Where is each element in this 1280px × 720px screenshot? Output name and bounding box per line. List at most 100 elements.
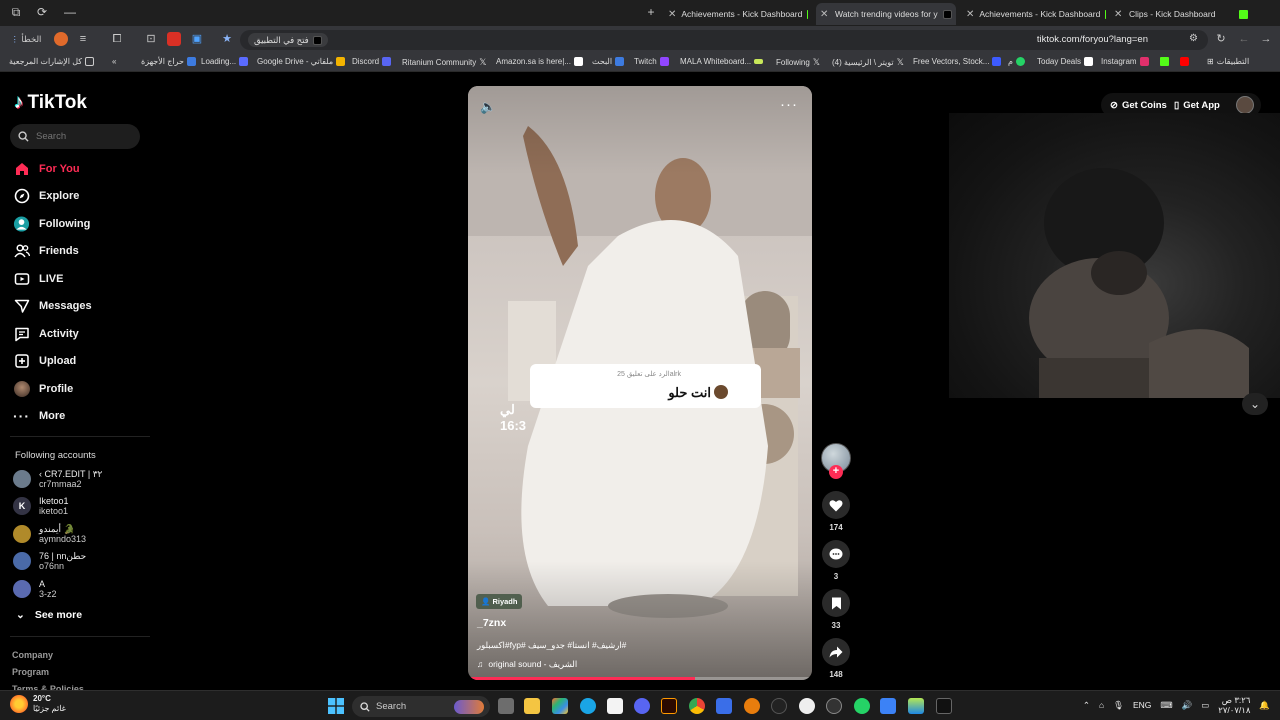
following-account[interactable]: A 3-z2: [13, 579, 57, 599]
bookmark-item[interactable]: Loading...: [201, 57, 249, 66]
see-more-button[interactable]: ⌄ See more: [16, 609, 82, 621]
close-tab-icon[interactable]: ✕: [820, 9, 830, 20]
chevron-up-icon[interactable]: ⌃: [1083, 700, 1090, 711]
new-tab-button[interactable]: +: [643, 5, 659, 19]
back-icon[interactable]: →: [1259, 32, 1273, 46]
profile-error-button[interactable]: ⋮ الخطأ: [8, 32, 44, 46]
address-bar[interactable]: فتح في التطبيق tiktok.com/foryou?lang=en…: [240, 30, 1208, 50]
mail-icon[interactable]: [716, 698, 732, 714]
follow-plus-button[interactable]: +: [829, 465, 843, 479]
network-icon[interactable]: ⌨: [1160, 700, 1172, 711]
bookmark-item[interactable]: البحث: [592, 57, 625, 66]
video-sound[interactable]: ♫ original sound - الشريف: [477, 659, 577, 670]
bookmark-item[interactable]: Ritanium Community 𝕏: [402, 57, 487, 68]
following-account[interactable]: ‹ CR7.EDIT | ٣٢ cr7mmaa2: [13, 469, 102, 489]
weather-widget[interactable]: 20°C غائم جزئيًا: [10, 694, 66, 714]
bookmark-item[interactable]: حراج الأجهزة: [141, 57, 196, 66]
edge-icon[interactable]: [580, 698, 596, 714]
bookmark-item[interactable]: Free Vectors, Stock...: [913, 57, 1002, 66]
open-in-app-chip[interactable]: فتح في التطبيق: [248, 33, 328, 47]
nav-friends[interactable]: Friends: [13, 242, 79, 260]
nav-profile[interactable]: Profile: [13, 380, 73, 398]
battery-icon[interactable]: ▭: [1201, 700, 1209, 711]
close-tab-icon[interactable]: ✕: [668, 9, 676, 20]
search-box[interactable]: [10, 124, 140, 149]
tiktok-logo[interactable]: ♪ TikTok: [14, 92, 87, 114]
close-tab-icon[interactable]: ✕: [966, 9, 974, 20]
epic-games-icon[interactable]: [936, 698, 952, 714]
comment-button[interactable]: [822, 540, 850, 568]
comment-action[interactable]: 3: [822, 540, 850, 581]
location-badge[interactable]: 👤 Riyadh: [476, 594, 523, 609]
video-progress-bar[interactable]: [468, 677, 812, 680]
tab-search-icon[interactable]: ⟳: [34, 5, 50, 19]
youtube-bookmark[interactable]: [1180, 57, 1189, 66]
reload-icon[interactable]: ↻: [1214, 32, 1228, 46]
extension-icon[interactable]: ≡: [76, 32, 90, 46]
nav-messages[interactable]: Messages: [13, 297, 92, 315]
footer-link-program[interactable]: Program: [12, 667, 49, 677]
browser-tab[interactable]: ✕ Achievements - Kick Dashboard: [668, 3, 808, 25]
language-indicator[interactable]: ENG: [1133, 700, 1151, 710]
active-app-icon[interactable]: [880, 698, 896, 714]
user-avatar[interactable]: [1236, 96, 1254, 114]
bookmark-item[interactable]: Discord: [352, 57, 392, 66]
clock[interactable]: ٣:٢٦ ص ٢٧/٠٧/١٨: [1218, 695, 1250, 715]
bookmark-all-bookmarks[interactable]: كل الإشارات المرجعية: [9, 57, 95, 66]
nav-upload[interactable]: Upload: [13, 352, 76, 370]
illustrator-icon[interactable]: [661, 698, 677, 714]
share-action[interactable]: 148: [822, 638, 850, 679]
copilot-icon[interactable]: [552, 698, 568, 714]
blender-icon[interactable]: [744, 698, 760, 714]
apps-bookmark[interactable]: ⊞ التطبيقات: [1207, 57, 1249, 66]
nav-for-you[interactable]: For You: [13, 160, 80, 178]
chrome-icon[interactable]: [689, 698, 705, 714]
forward-icon[interactable]: ←: [1237, 32, 1251, 46]
minimize-icon[interactable]: —: [62, 5, 78, 19]
whatsapp-icon[interactable]: [854, 698, 870, 714]
extension-icon[interactable]: ⧠: [110, 32, 124, 46]
bookmark-item[interactable]: م: [1008, 57, 1025, 66]
nav-more[interactable]: ··· More: [13, 407, 65, 425]
task-view-icon[interactable]: [498, 698, 514, 714]
kick-bookmark[interactable]: [1160, 57, 1169, 66]
share-button[interactable]: [822, 638, 850, 666]
like-action[interactable]: 174: [822, 491, 850, 532]
window-restore-icon[interactable]: ⧉: [8, 5, 24, 20]
usb-icon[interactable]: ⌂: [1099, 700, 1104, 710]
bookmark-item[interactable]: MALA Whiteboard...: [680, 57, 764, 66]
chevron-left-icon[interactable]: «: [112, 57, 116, 66]
save-button[interactable]: [822, 589, 850, 617]
extension-icon[interactable]: ▣: [190, 32, 204, 46]
site-settings-icon[interactable]: ⚙: [1189, 33, 1198, 44]
extension-icon[interactable]: [167, 32, 181, 46]
taskbar-search[interactable]: Search: [352, 696, 490, 717]
close-tab-icon[interactable]: ✕: [1114, 9, 1124, 20]
scroll-down-button[interactable]: ⌄: [1242, 393, 1268, 415]
extensions-puzzle-icon[interactable]: ⊡: [144, 32, 158, 46]
bookmark-item[interactable]: Today Deals: [1037, 57, 1094, 66]
more-options-icon[interactable]: ···: [780, 96, 798, 113]
discord-icon[interactable]: [634, 698, 650, 714]
microsoft-store-icon[interactable]: [607, 698, 623, 714]
search-input[interactable]: [36, 131, 126, 142]
app-icon[interactable]: [799, 698, 815, 714]
browser-tab-active[interactable]: ✕ Watch trending videos for y: [816, 3, 956, 25]
following-account[interactable]: K Iketoo1 iketoo1: [13, 496, 69, 516]
settings-gear-icon[interactable]: [826, 698, 842, 714]
video-username[interactable]: _7znx: [477, 617, 506, 629]
bookmark-item[interactable]: Twitch: [634, 57, 669, 66]
bookmark-star-icon[interactable]: ★: [220, 32, 234, 46]
bookmark-item[interactable]: (4) تويتر \ الرئيسية 𝕏: [832, 57, 904, 68]
bookmark-item[interactable]: Google Drive - ملفاتي: [257, 57, 346, 66]
bookmark-item[interactable]: Instagram: [1101, 57, 1149, 66]
following-account[interactable]: أيمندو 🐊 aymndo313: [13, 524, 86, 544]
video-player[interactable]: 🔈 ··· لي 16:3 الرد على تعليق 25alrk انت …: [468, 86, 812, 680]
nav-live[interactable]: LIVE: [13, 270, 63, 288]
bookmark-item[interactable]: Following 𝕏: [776, 57, 820, 68]
url-text[interactable]: tiktok.com/foryou?lang=en: [1037, 34, 1148, 45]
file-explorer-icon[interactable]: [524, 698, 540, 714]
volume-icon[interactable]: 🔊: [1182, 700, 1193, 711]
obs-icon[interactable]: [771, 698, 787, 714]
extension-icon[interactable]: [54, 32, 68, 46]
